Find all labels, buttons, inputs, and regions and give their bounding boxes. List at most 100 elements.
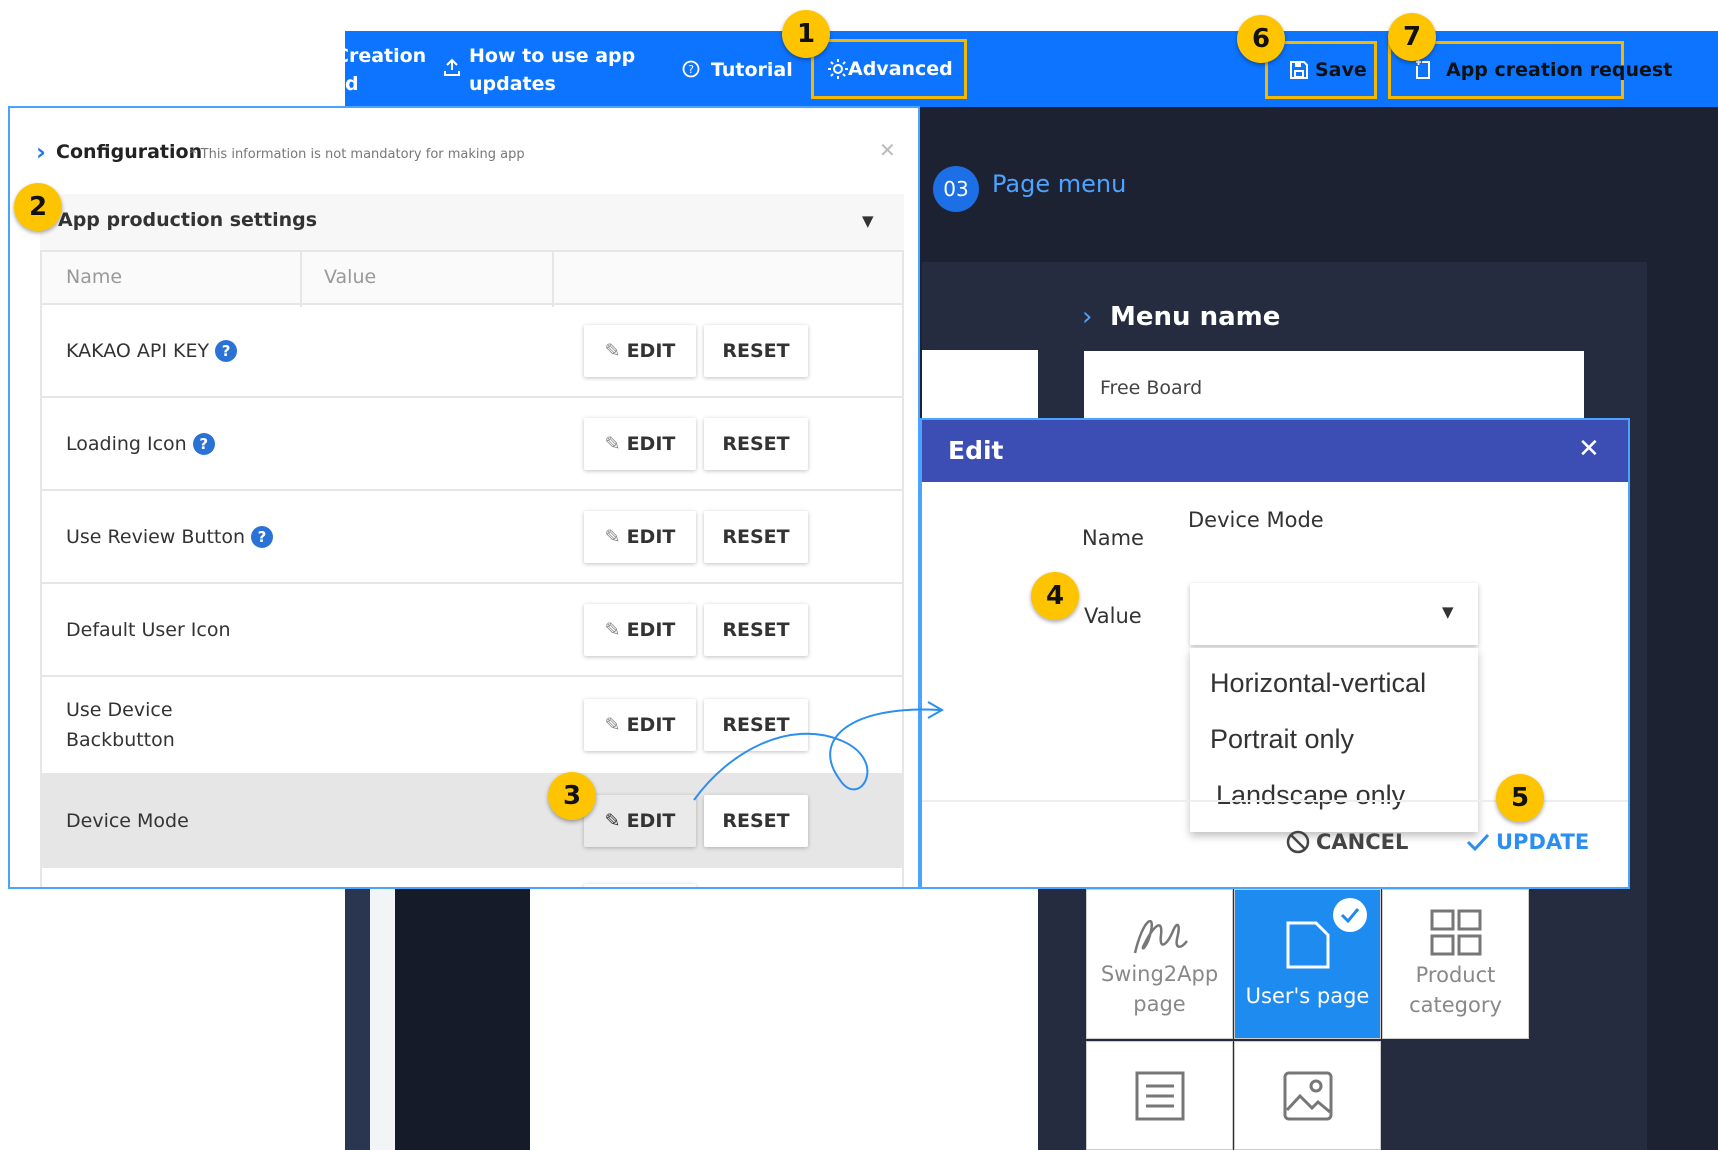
column-divider xyxy=(552,252,554,307)
section-title: App production settings xyxy=(58,209,318,231)
svg-text:?: ? xyxy=(688,63,694,76)
option-portrait-only[interactable]: Portrait only xyxy=(1210,724,1354,755)
app-creation-request-button[interactable]: App creation request xyxy=(1446,56,1672,84)
step-badge-3: 3 xyxy=(548,772,596,820)
step-number-badge: 03 xyxy=(933,166,979,212)
row-label: KAKAO API KEY? xyxy=(66,336,238,366)
tile-product-category[interactable]: Product category xyxy=(1382,889,1529,1039)
value-select[interactable]: ▼ xyxy=(1190,583,1478,645)
table-row: Default User Icon ✎ EDIT RESET xyxy=(42,584,902,677)
configuration-title: Configuration xyxy=(56,141,203,163)
check-icon xyxy=(1466,833,1490,852)
reset-button[interactable]: RESET xyxy=(704,511,808,563)
tile-label-line2: category xyxy=(1409,993,1502,1017)
cancel-icon xyxy=(1286,830,1310,854)
tile-label-line1: Product xyxy=(1415,963,1496,987)
upload-icon xyxy=(444,58,460,76)
reset-button[interactable]: RESET xyxy=(704,418,808,470)
edit-button[interactable]: ✎ EDIT xyxy=(584,795,696,847)
chevron-right-icon: › xyxy=(36,138,46,166)
table-row: Use Review Button? ✎ EDIT RESET xyxy=(42,491,902,584)
edit-button-partial[interactable] xyxy=(584,884,696,887)
sidebar-rail xyxy=(370,880,395,1150)
configuration-note: * This information is not mandatory for … xyxy=(190,147,525,162)
chevron-right-icon: › xyxy=(1082,302,1093,332)
edit-button[interactable]: ✎ EDIT xyxy=(584,604,696,656)
help-icon[interactable]: ? xyxy=(215,340,238,362)
tile-swing2app-page[interactable]: Swing2App page xyxy=(1086,889,1233,1039)
value-options-dropdown: Horizontal-vertical Portrait only Landsc… xyxy=(1190,648,1478,832)
update-button[interactable]: UPDATE xyxy=(1466,830,1589,854)
dialog-title: Edit xyxy=(948,436,1004,465)
step-badge-5: 5 xyxy=(1496,774,1544,822)
tile-users-page[interactable]: User's page xyxy=(1234,889,1381,1039)
pencil-icon: ✎ xyxy=(604,433,621,455)
help-icon[interactable]: ? xyxy=(192,433,215,455)
step-badge-6: 6 xyxy=(1237,15,1285,63)
column-header-value: Value xyxy=(324,266,377,288)
page-menu-title: Page menu xyxy=(992,170,1127,198)
edit-button[interactable]: ✎ EDIT xyxy=(584,325,696,377)
table-header: Name Value xyxy=(42,250,902,307)
preview-area xyxy=(530,880,1038,1150)
caret-down-icon[interactable]: ▼ xyxy=(862,212,874,230)
option-landscape-only[interactable]: Landscape only xyxy=(1216,780,1405,811)
step-badge-2: 2 xyxy=(14,183,62,231)
pencil-icon: ✎ xyxy=(604,810,621,832)
step-badge-7: 7 xyxy=(1388,13,1436,61)
column-header-name: Name xyxy=(66,266,123,288)
row-label: Use Device Backbutton xyxy=(66,699,175,751)
edit-button[interactable]: ✎ EDIT xyxy=(584,699,696,751)
save-button[interactable]: Save xyxy=(1315,56,1367,84)
top-bar: Creation d How to use app updates ? Tuto… xyxy=(345,31,1718,107)
row-label: Use Review Button? xyxy=(66,522,274,552)
row-label: Device Mode xyxy=(66,810,189,832)
row-label: Loading Icon? xyxy=(66,429,215,459)
how-to-use-link-line2[interactable]: updates xyxy=(469,70,556,98)
value-label: Value xyxy=(1084,604,1142,628)
pencil-icon: ✎ xyxy=(604,526,621,548)
menu-name-label: Menu name xyxy=(1110,302,1281,332)
check-circle-icon xyxy=(1333,898,1367,932)
tutorial-link[interactable]: Tutorial xyxy=(711,56,793,84)
request-icon xyxy=(1416,60,1430,79)
close-icon[interactable]: ✕ xyxy=(879,138,896,162)
name-value: Device Mode xyxy=(1188,508,1324,532)
step-badge-1: 1 xyxy=(782,10,830,58)
annotation-arrow xyxy=(693,701,945,801)
cancel-button[interactable]: CANCEL xyxy=(1286,830,1408,854)
how-to-use-link-line1[interactable]: How to use app xyxy=(469,42,635,70)
tile-label-line1: User's page xyxy=(1245,984,1370,1008)
table-row: Loading Icon? ✎ EDIT RESET xyxy=(42,398,902,491)
tile-bulletin-board[interactable] xyxy=(1086,1041,1233,1150)
menu-name-input[interactable]: Free Board xyxy=(1084,351,1584,421)
dialog-header xyxy=(922,420,1628,482)
option-horizontal-vertical[interactable]: Horizontal-vertical xyxy=(1210,668,1426,699)
page-icon xyxy=(1286,921,1329,969)
image-icon xyxy=(1283,1071,1332,1121)
save-icon xyxy=(1290,61,1308,79)
edit-button[interactable]: ✎ EDIT xyxy=(584,511,696,563)
advanced-button[interactable]: Advanced xyxy=(848,55,953,83)
step-badge-4: 4 xyxy=(1031,572,1079,620)
reset-button[interactable]: RESET xyxy=(704,325,808,377)
column-divider xyxy=(300,252,302,307)
dark-column xyxy=(395,880,530,1150)
pencil-icon: ✎ xyxy=(604,619,621,641)
tile-label-line1: Swing2App xyxy=(1100,962,1219,986)
tile-image[interactable] xyxy=(1234,1041,1381,1150)
name-label: Name xyxy=(1082,526,1144,550)
grid-icon xyxy=(1430,909,1481,956)
help-icon[interactable]: ? xyxy=(251,526,274,548)
app-creation-guide-line2[interactable]: d xyxy=(345,70,359,98)
row-label: Default User Icon xyxy=(66,619,231,641)
app-creation-guide-line1[interactable]: Creation xyxy=(345,42,426,70)
table-row: KAKAO API KEY? ✎ EDIT RESET xyxy=(42,305,902,398)
caret-down-icon: ▼ xyxy=(1442,603,1454,621)
edit-button[interactable]: ✎ EDIT xyxy=(584,418,696,470)
help-circle-icon: ? xyxy=(682,60,700,78)
reset-button[interactable]: RESET xyxy=(704,604,808,656)
pencil-icon: ✎ xyxy=(604,340,621,362)
close-icon[interactable]: ✕ xyxy=(1578,434,1600,464)
pencil-icon: ✎ xyxy=(604,714,621,736)
